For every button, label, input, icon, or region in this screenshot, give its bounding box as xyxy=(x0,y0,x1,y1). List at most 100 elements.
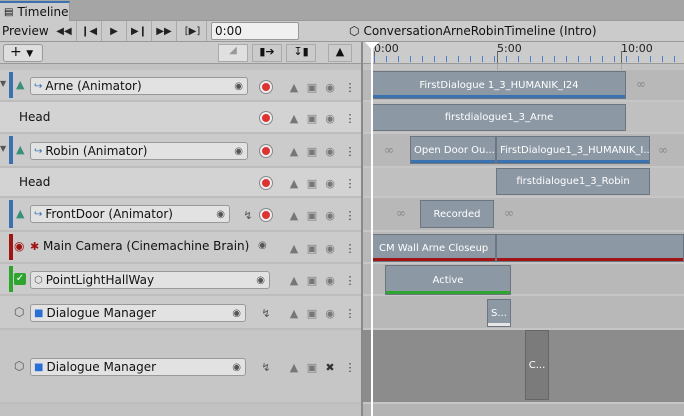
collapse-icon[interactable]: ▼ xyxy=(0,144,6,153)
collapse-icon[interactable]: ▼ xyxy=(0,79,6,88)
more-options-icon[interactable]: ⋮ xyxy=(339,76,361,98)
tab-timeline[interactable]: ▤ Timeline xyxy=(0,1,70,21)
object-picker-icon[interactable]: ◉ xyxy=(232,308,241,319)
more-options-icon[interactable]: ⋮ xyxy=(339,302,361,324)
go-to-start-icon[interactable]: ◀◀ xyxy=(52,21,77,41)
lane-dialogue-2[interactable]: C... xyxy=(362,330,684,404)
lane-arne[interactable]: FirstDialogue 1_3_HUMANIK_I24 ∞ xyxy=(362,70,684,102)
more-options-icon[interactable]: ⋮ xyxy=(339,204,361,226)
track-dialogue-2[interactable]: ⬡ ■ Dialogue Manager ◉ ↯ ▲ ▣ ✖ ⋮ xyxy=(0,330,361,404)
cinemachine-binding[interactable]: ✱ Main Camera (Cinemachine Brain) xyxy=(30,239,249,253)
track-robin[interactable]: ▼ ▲ ↪ Robin (Animator) ◉ ▲ ▣ ◉ ⋮ xyxy=(0,134,361,168)
signal-icon[interactable]: ↯ xyxy=(255,356,277,378)
track-binding-frontdoor[interactable]: ↪ FrontDoor (Animator) ◉ xyxy=(30,205,230,223)
object-picker-icon[interactable]: ◉ xyxy=(256,275,265,286)
next-frame-icon[interactable]: ▶❙ xyxy=(127,21,152,41)
gameobject-icon: ⬡ xyxy=(34,274,43,286)
more-options-icon[interactable]: ⋮ xyxy=(339,107,361,129)
clip-camera[interactable]: CM Wall Arne Closeup xyxy=(372,234,496,262)
script-icon: ■ xyxy=(34,307,44,319)
track-arne-head[interactable]: Head ▲ ▣ ◉ ⋮ xyxy=(0,102,361,134)
track-main-camera[interactable]: ◉ ✱ Main Camera (Cinemachine Brain) ◉ ▲ … xyxy=(0,232,361,264)
track-binding-dialogue-1[interactable]: ■ Dialogue Manager ◉ xyxy=(30,304,246,322)
panel-splitter[interactable] xyxy=(361,42,363,416)
track-robin-head[interactable]: Head ▲ ▣ ◉ ⋮ xyxy=(0,168,361,198)
eye-icon[interactable]: ◉ xyxy=(319,107,341,129)
more-options-icon[interactable]: ⋮ xyxy=(339,237,361,259)
clip-robin-dialogue[interactable]: FirstDialogue1_3_HUMANIK_I... xyxy=(496,136,650,164)
time-field[interactable]: 0:00 xyxy=(211,22,299,40)
clip-light-active[interactable]: Active xyxy=(385,265,511,295)
more-options-icon[interactable]: ⋮ xyxy=(339,269,361,291)
track-frontdoor[interactable]: ▲ ↪ FrontDoor (Animator) ◉ ↯ ▲ ▣ ◉ ⋮ xyxy=(0,198,361,232)
lane-main-camera[interactable]: CM Wall Arne Closeup xyxy=(362,232,684,264)
lane-robin-head[interactable]: firstdialogue1_3_Robin xyxy=(362,168,684,198)
eye-icon[interactable]: ◉ xyxy=(319,302,341,324)
lane-frontdoor[interactable]: ∞ Recorded ∞ xyxy=(362,198,684,232)
time-ruler[interactable]: 0:00 5:00 10:00 xyxy=(362,42,684,64)
signal-icon[interactable]: ↯ xyxy=(255,302,277,324)
clip-label: firstdialogue1_3_Arne xyxy=(444,112,554,123)
clip-camera-2[interactable] xyxy=(496,234,684,262)
track-label: Head xyxy=(19,175,51,189)
eye-icon[interactable]: ◉ xyxy=(319,269,341,291)
track-label: Main Camera (Cinemachine Brain) xyxy=(43,239,250,253)
clip-arne[interactable]: FirstDialogue 1_3_HUMANIK_I24 xyxy=(372,71,626,99)
preview-button[interactable]: Preview xyxy=(2,24,49,38)
record-button[interactable] xyxy=(255,76,277,98)
gameobject-icon: ⬡ xyxy=(14,305,25,319)
lane-pointlight[interactable]: Active xyxy=(362,264,684,296)
clip-robin-open-door[interactable]: Open Door Ou... xyxy=(410,136,496,164)
more-options-icon[interactable]: ⋮ xyxy=(339,172,361,194)
play-icon[interactable]: ▶ xyxy=(102,21,127,41)
track-arne[interactable]: ▼ ▲ ↪ Arne (Animator) ◉ ▲ ▣ ◉ ⋮ xyxy=(0,70,361,102)
clip-arne-head[interactable]: firstdialogue1_3_Arne xyxy=(372,104,626,131)
eye-hidden-icon[interactable]: ✖ xyxy=(319,356,341,378)
object-picker-icon[interactable]: ◉ xyxy=(234,81,243,92)
clip-dialogue-1[interactable]: S... xyxy=(487,299,511,327)
clip-frontdoor-recorded[interactable]: Recorded xyxy=(420,200,494,228)
lane-robin[interactable]: ∞ Open Door Ou... FirstDialogue1_3_HUMAN… xyxy=(362,134,684,168)
record-button[interactable] xyxy=(255,107,277,129)
object-picker-icon[interactable]: ◉ xyxy=(216,209,225,220)
eye-icon[interactable]: ◉ xyxy=(319,237,341,259)
ripple-icon[interactable]: ↧▮ xyxy=(286,44,316,62)
track-binding-arne[interactable]: ↪ Arne (Animator) ◉ xyxy=(30,77,248,95)
track-binding-pointlight[interactable]: ⬡ PointLightHallWay ◉ xyxy=(30,271,270,289)
eye-icon[interactable]: ◉ xyxy=(319,76,341,98)
infinite-icon: ∞ xyxy=(384,143,394,157)
object-picker-icon[interactable]: ◉ xyxy=(234,146,243,157)
eye-icon[interactable]: ◉ xyxy=(319,204,341,226)
lane-arne-head[interactable]: firstdialogue1_3_Arne xyxy=(362,102,684,134)
more-options-icon[interactable]: ⋮ xyxy=(339,140,361,162)
playhead-handle[interactable] xyxy=(365,42,379,50)
snap-icon[interactable]: ▮➔ xyxy=(252,44,282,62)
go-to-end-icon[interactable]: ▶▶ xyxy=(152,21,177,41)
more-options-icon[interactable]: ⋮ xyxy=(339,356,361,378)
track-pointlight[interactable]: ✓ ⬡ PointLightHallWay ◉ ▲ ▣ ◉ ⋮ xyxy=(0,264,361,296)
track-binding-robin[interactable]: ↪ Robin (Animator) ◉ xyxy=(30,142,248,160)
record-button[interactable] xyxy=(255,172,277,194)
activation-checkbox[interactable]: ✓ xyxy=(14,273,26,285)
lane-dialogue-1[interactable]: S... xyxy=(362,296,684,330)
record-button[interactable] xyxy=(255,140,277,162)
eye-icon[interactable]: ◉ xyxy=(319,172,341,194)
clip-label: Active xyxy=(432,274,464,286)
playhead[interactable] xyxy=(371,42,373,416)
clip-robin-head[interactable]: firstdialogue1_3_Robin xyxy=(496,168,650,195)
play-range-icon[interactable]: [▶] xyxy=(179,21,207,41)
object-picker-icon[interactable]: ◉ xyxy=(258,240,267,251)
track-label: Robin (Animator) xyxy=(45,144,148,158)
eye-icon[interactable]: ◉ xyxy=(319,140,341,162)
pin-icon[interactable]: ▲ xyxy=(328,44,352,62)
clip-label: S... xyxy=(491,307,507,319)
breadcrumb[interactable]: ⬡ ConversationArneRobinTimeline (Intro) xyxy=(349,22,597,40)
track-dialogue-1[interactable]: ⬡ ■ Dialogue Manager ◉ ↯ ▲ ▣ ◉ ⋮ xyxy=(0,296,361,330)
record-button[interactable] xyxy=(255,204,277,226)
previous-frame-icon[interactable]: ❙◀ xyxy=(77,21,102,41)
add-track-button[interactable]: + ▼ xyxy=(3,44,43,62)
clip-dialogue-2[interactable]: C... xyxy=(525,330,549,400)
curves-toggle-icon[interactable]: ◢ xyxy=(218,44,248,62)
track-binding-dialogue-2[interactable]: ■ Dialogue Manager ◉ xyxy=(30,358,246,376)
object-picker-icon[interactable]: ◉ xyxy=(232,362,241,373)
